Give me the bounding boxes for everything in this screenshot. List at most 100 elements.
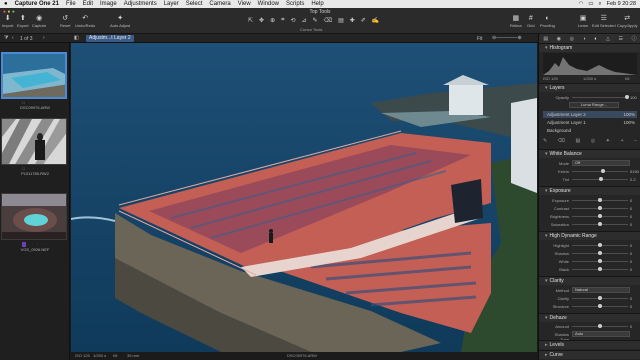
select-cursor-icon[interactable]: ⇱ (248, 17, 253, 24)
contrast-knob[interactable] (598, 206, 602, 210)
amount-knob[interactable] (598, 324, 602, 328)
menu-image[interactable]: Image (100, 1, 117, 7)
highlight-slider[interactable]: Highlight 0 (545, 242, 637, 249)
proofing-button[interactable]: ◐ Proofing (540, 15, 555, 28)
app-menu[interactable]: Capture One 21 (15, 1, 59, 7)
menu-scripts[interactable]: Scripts (286, 1, 304, 7)
layer-chip[interactable]: Adjustm...t Layer 2 (86, 35, 134, 42)
layer-remove-icon[interactable]: − (634, 138, 637, 144)
exposure-knob[interactable] (598, 198, 602, 202)
eraser-icon[interactable]: ⌫ (324, 17, 332, 24)
layer-visibility-icon[interactable]: ◧ (74, 35, 79, 41)
tab-adjustments-icon[interactable]: ☰ (618, 36, 622, 42)
layer-radial-icon[interactable]: ◎ (591, 138, 595, 144)
black-slider[interactable]: Black 0 (545, 266, 637, 273)
crop-icon[interactable]: ⌗ (281, 17, 284, 24)
zoom-slider-icon[interactable]: ⊖──────⊕ (492, 35, 522, 41)
tab-lens-icon[interactable]: ◎ (570, 36, 574, 42)
brush-icon[interactable]: ✎ (313, 17, 318, 24)
rotate-icon[interactable]: ⟲ (290, 17, 295, 24)
edit-selected-button[interactable]: ☰ Edit Selected (592, 15, 616, 28)
exposure-slider[interactable]: Exposure 0 (545, 197, 637, 204)
clock[interactable]: Feb 9 20:28 (607, 1, 636, 7)
menu-camera[interactable]: Camera (209, 1, 230, 7)
opacity-knob[interactable] (625, 95, 629, 99)
brightness-knob[interactable] (598, 214, 602, 218)
layer-magic-icon[interactable]: ✦ (606, 138, 610, 144)
menu-adjustments[interactable]: Adjustments (124, 1, 157, 7)
kelvin-knob[interactable] (600, 169, 605, 173)
prev-icon[interactable]: ‹ (12, 35, 14, 41)
tab-details-icon[interactable]: △ (606, 36, 610, 42)
layer-item[interactable]: Adjustment Layer 2 100% (543, 111, 637, 118)
brightness-slider[interactable]: Brightness 0 (545, 213, 637, 220)
reset-button[interactable]: ↺ Reset (60, 15, 70, 28)
export-button[interactable]: ⬆ Export (17, 15, 29, 28)
layer-brush-icon[interactable]: ✎ (543, 138, 547, 144)
luma-range-button[interactable]: Luma Range... (569, 102, 619, 108)
auto-adjust-button[interactable]: ✦ Auto Adjust (110, 15, 130, 28)
opacity-slider[interactable]: Opacity 100 (545, 94, 637, 101)
structure-knob[interactable] (598, 304, 602, 308)
undo-redo-button[interactable]: ↶ Undo/Redo (75, 15, 95, 28)
import-button[interactable]: ⬇ Import (2, 15, 13, 28)
zoom-level[interactable]: Fit (477, 36, 483, 42)
dehaze-header[interactable]: ▾ Dehaze (539, 313, 640, 322)
clarity-header[interactable]: ▾ Clarity (539, 276, 640, 285)
black-knob[interactable] (598, 267, 602, 271)
layers-header[interactable]: ▾ Layers (539, 83, 640, 92)
copy-apply-button[interactable]: ⇄ Copy/Apply (617, 15, 637, 28)
shadow-tone-select[interactable]: Auto (572, 331, 630, 337)
menu-layer[interactable]: Layer (164, 1, 179, 7)
white-knob[interactable] (598, 259, 602, 263)
annotate-icon[interactable]: ✍ (372, 17, 379, 24)
tab-metadata-icon[interactable]: ⓘ (632, 35, 637, 42)
menu-window[interactable]: Window (258, 1, 279, 7)
battery-icon[interactable]: ▭ (588, 1, 593, 7)
highlight-knob[interactable] (598, 243, 602, 247)
thumbnail-dsc09976[interactable] (1, 52, 67, 99)
menu-file[interactable]: File (66, 1, 76, 7)
saturation-knob[interactable] (598, 222, 602, 226)
thumbnail-vgs0926[interactable] (1, 193, 67, 240)
white-slider[interactable]: White 0 (545, 258, 637, 265)
tab-exposure-icon[interactable]: ◐ (594, 36, 597, 42)
curve-header[interactable]: ▸ Curve (539, 350, 640, 359)
tab-color-icon[interactable]: ◑ (583, 36, 586, 42)
capture-button[interactable]: ◉ Capture (32, 15, 46, 28)
menu-view[interactable]: View (238, 1, 251, 7)
clarity-slider[interactable]: Clarity 0 (545, 295, 637, 302)
image-viewer[interactable] (71, 43, 537, 352)
layer-erase-icon[interactable]: ⌫ (558, 138, 565, 144)
picker-icon[interactable]: ✐ (361, 17, 366, 24)
retina-button[interactable]: ▦ Retina (510, 15, 522, 28)
layer-add-icon[interactable]: + (621, 138, 624, 144)
tab-library-icon[interactable]: ▤ (543, 36, 548, 42)
zoom-icon[interactable]: ⊕ (270, 17, 275, 24)
layer-item[interactable]: Adjustment Layer 1 100% (543, 119, 637, 126)
clarity-method-select[interactable]: Natural (572, 287, 630, 293)
thumbnail-p1011785[interactable] (1, 118, 67, 165)
tab-capture-icon[interactable]: ◉ (557, 36, 561, 42)
heal-icon[interactable]: ✚ (350, 17, 355, 24)
wifi-icon[interactable]: ◠ (579, 1, 584, 7)
menu-edit[interactable]: Edit (83, 1, 93, 7)
menu-help[interactable]: Help (311, 1, 323, 7)
levels-header[interactable]: ▸ Levels (539, 340, 640, 349)
next-icon[interactable]: › (43, 35, 45, 41)
filter-icon[interactable]: ⧩ (4, 35, 8, 41)
grid-button[interactable]: # Grid (527, 15, 535, 28)
amount-slider[interactable]: Amount 0 (545, 323, 637, 330)
menu-select[interactable]: Select (186, 1, 203, 7)
kelvin-slider[interactable]: Kelvin 5150 (545, 168, 639, 175)
learn-button[interactable]: ▣ Learn (578, 15, 588, 28)
wb-mode-select[interactable]: Off (572, 160, 630, 166)
tint-slider[interactable]: Tint 2.2 (545, 176, 637, 183)
layer-item[interactable]: Background (543, 127, 637, 134)
exposure-header[interactable]: ▾ Exposure (539, 186, 640, 195)
shadow-knob[interactable] (598, 251, 602, 255)
clarity-knob[interactable] (598, 296, 602, 300)
tint-knob[interactable] (599, 177, 604, 181)
apple-icon[interactable]: ● (4, 1, 8, 7)
layer-gradient-icon[interactable]: ▤ (575, 138, 580, 144)
